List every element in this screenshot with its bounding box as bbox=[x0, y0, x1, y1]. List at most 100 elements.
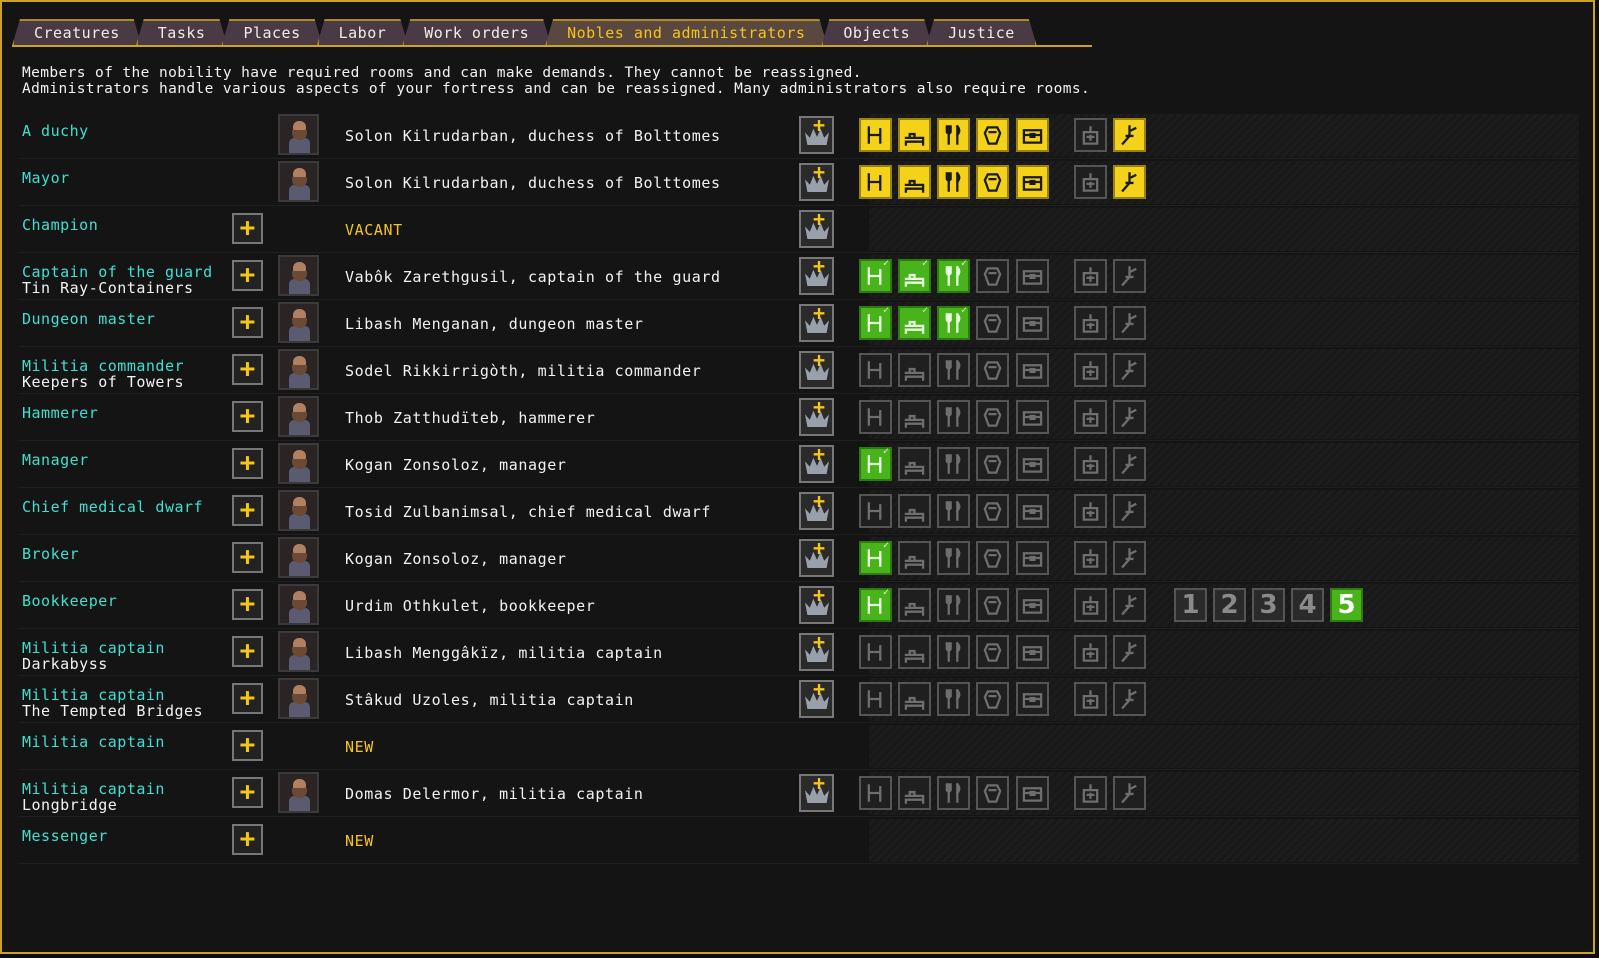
position-title[interactable]: Mayor bbox=[22, 170, 70, 186]
position-title[interactable]: Militia captain bbox=[22, 734, 165, 750]
chest-icon[interactable] bbox=[1016, 259, 1049, 293]
crown-assign-icon[interactable]: + bbox=[799, 538, 834, 577]
office-icon[interactable] bbox=[859, 400, 892, 434]
dining-icon[interactable] bbox=[937, 400, 970, 434]
bedroom-icon[interactable] bbox=[898, 682, 931, 716]
chest-icon[interactable] bbox=[1016, 447, 1049, 481]
tomb-icon[interactable] bbox=[976, 259, 1009, 293]
crown-assign-icon[interactable]: + bbox=[799, 491, 834, 530]
chest-icon[interactable] bbox=[1016, 165, 1049, 199]
precision-level-button[interactable]: 2 bbox=[1213, 588, 1246, 622]
position-title[interactable]: Militia captain bbox=[22, 640, 165, 656]
tomb-icon[interactable] bbox=[976, 541, 1009, 575]
position-title[interactable]: Hammerer bbox=[22, 405, 98, 421]
position-title[interactable]: Dungeon master bbox=[22, 311, 155, 327]
cabinet-icon[interactable] bbox=[1074, 447, 1107, 481]
position-status[interactable]: NEW bbox=[345, 832, 374, 850]
tomb-icon[interactable] bbox=[976, 776, 1009, 810]
hammer-icon[interactable] bbox=[1113, 776, 1146, 810]
tomb-icon[interactable] bbox=[976, 588, 1009, 622]
precision-level-button[interactable]: 3 bbox=[1252, 588, 1285, 622]
crown-assign-icon[interactable]: + bbox=[799, 444, 834, 483]
chest-icon[interactable] bbox=[1016, 635, 1049, 669]
chest-icon[interactable] bbox=[1016, 776, 1049, 810]
tomb-icon[interactable] bbox=[976, 682, 1009, 716]
tomb-icon[interactable] bbox=[976, 400, 1009, 434]
bedroom-icon[interactable] bbox=[898, 447, 931, 481]
crown-assign-icon[interactable]: + bbox=[799, 350, 834, 389]
dining-icon[interactable] bbox=[937, 494, 970, 528]
office-icon[interactable] bbox=[859, 118, 892, 152]
position-status[interactable]: NEW bbox=[345, 738, 374, 756]
bedroom-icon[interactable] bbox=[898, 118, 931, 152]
avatar[interactable] bbox=[278, 490, 319, 531]
assign-plus-button[interactable]: + bbox=[232, 824, 263, 855]
cabinet-icon[interactable] bbox=[1074, 776, 1107, 810]
bedroom-icon[interactable] bbox=[898, 494, 931, 528]
tab-labor[interactable]: Labor bbox=[317, 19, 409, 46]
crown-assign-icon[interactable]: + bbox=[799, 303, 834, 342]
office-icon[interactable] bbox=[859, 494, 892, 528]
dining-icon[interactable] bbox=[937, 682, 970, 716]
avatar[interactable] bbox=[278, 772, 319, 813]
tomb-icon[interactable] bbox=[976, 494, 1009, 528]
chest-icon[interactable] bbox=[1016, 353, 1049, 387]
assign-plus-button[interactable]: + bbox=[232, 589, 263, 620]
bedroom-icon[interactable] bbox=[898, 353, 931, 387]
position-title[interactable]: Militia commander bbox=[22, 358, 184, 374]
chest-icon[interactable] bbox=[1016, 541, 1049, 575]
assign-plus-button[interactable]: + bbox=[232, 777, 263, 808]
hammer-icon[interactable] bbox=[1113, 118, 1146, 152]
assign-plus-button[interactable]: + bbox=[232, 260, 263, 291]
avatar[interactable] bbox=[278, 443, 319, 484]
avatar[interactable] bbox=[278, 255, 319, 296]
cabinet-icon[interactable] bbox=[1074, 588, 1107, 622]
dining-icon[interactable]: ✓ bbox=[937, 258, 970, 293]
tab-nobles-and-administrators[interactable]: Nobles and administrators bbox=[545, 19, 827, 46]
assign-plus-button[interactable]: + bbox=[232, 683, 263, 714]
hammer-icon[interactable] bbox=[1113, 400, 1146, 434]
tab-objects[interactable]: Objects bbox=[821, 19, 932, 46]
crown-assign-icon[interactable]: + bbox=[799, 632, 834, 671]
chest-icon[interactable] bbox=[1016, 118, 1049, 152]
office-icon[interactable] bbox=[859, 353, 892, 387]
tomb-icon[interactable] bbox=[976, 353, 1009, 387]
bedroom-icon[interactable] bbox=[898, 635, 931, 669]
cabinet-icon[interactable] bbox=[1074, 635, 1107, 669]
hammer-icon[interactable] bbox=[1113, 165, 1146, 199]
bedroom-icon[interactable] bbox=[898, 588, 931, 622]
tomb-icon[interactable] bbox=[976, 306, 1009, 340]
tab-places[interactable]: Places bbox=[221, 19, 322, 46]
assign-plus-button[interactable]: + bbox=[232, 401, 263, 432]
office-icon[interactable] bbox=[859, 776, 892, 810]
hammer-icon[interactable] bbox=[1113, 682, 1146, 716]
hammer-icon[interactable] bbox=[1113, 635, 1146, 669]
bedroom-icon[interactable] bbox=[898, 541, 931, 575]
assign-plus-button[interactable]: + bbox=[232, 213, 263, 244]
hammer-icon[interactable] bbox=[1113, 494, 1146, 528]
tomb-icon[interactable] bbox=[976, 118, 1009, 152]
chest-icon[interactable] bbox=[1016, 494, 1049, 528]
precision-level-button[interactable]: 5 bbox=[1330, 588, 1363, 622]
dining-icon[interactable] bbox=[937, 165, 970, 199]
dining-icon[interactable] bbox=[937, 447, 970, 481]
hammer-icon[interactable] bbox=[1113, 259, 1146, 293]
office-icon[interactable] bbox=[859, 682, 892, 716]
assign-plus-button[interactable]: + bbox=[232, 307, 263, 338]
cabinet-icon[interactable] bbox=[1074, 494, 1107, 528]
avatar[interactable] bbox=[278, 396, 319, 437]
dining-icon[interactable] bbox=[937, 541, 970, 575]
dining-icon[interactable] bbox=[937, 353, 970, 387]
cabinet-icon[interactable] bbox=[1074, 118, 1107, 152]
bedroom-icon[interactable] bbox=[898, 400, 931, 434]
chest-icon[interactable] bbox=[1016, 400, 1049, 434]
crown-assign-icon[interactable]: + bbox=[799, 397, 834, 436]
chest-icon[interactable] bbox=[1016, 588, 1049, 622]
crown-assign-icon[interactable]: + bbox=[799, 773, 834, 812]
cabinet-icon[interactable] bbox=[1074, 165, 1107, 199]
bedroom-icon[interactable] bbox=[898, 165, 931, 199]
office-icon[interactable]: ✓ bbox=[859, 258, 892, 293]
avatar[interactable] bbox=[278, 537, 319, 578]
crown-assign-icon[interactable]: + bbox=[799, 162, 834, 201]
assign-plus-button[interactable]: + bbox=[232, 636, 263, 667]
